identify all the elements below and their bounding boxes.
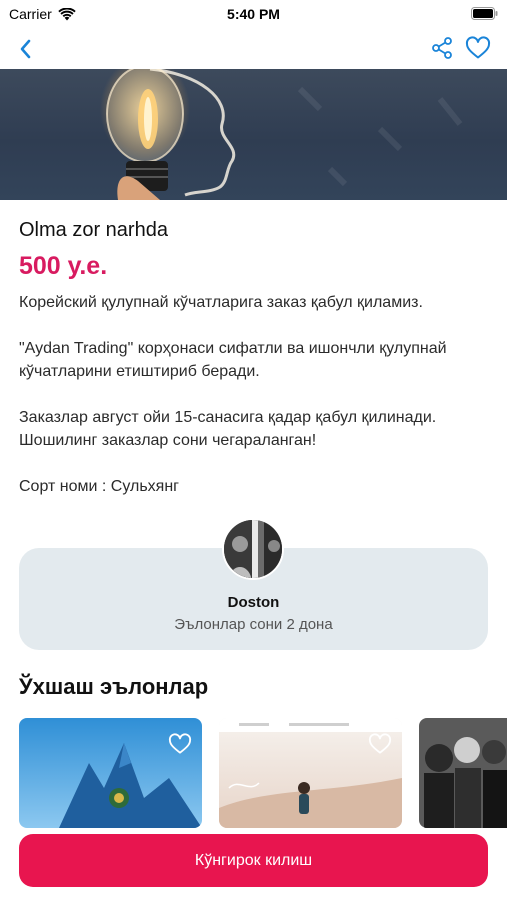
lightbulb-illustration: [106, 69, 463, 200]
share-icon[interactable]: [430, 36, 454, 60]
status-bar: Carrier 5:40 PM: [0, 0, 507, 30]
heart-outline-icon[interactable]: [465, 36, 491, 60]
avatar[interactable]: [222, 518, 284, 580]
description-paragraph: Сорт номи : Сульхянг: [19, 478, 179, 495]
seller-name: Doston: [227, 594, 280, 611]
call-button[interactable]: Кўнгирок килиш: [19, 834, 488, 887]
similar-listing-card[interactable]: [19, 718, 202, 828]
heart-outline-icon[interactable]: [368, 733, 392, 755]
listing-price: 500 у.е.: [19, 252, 108, 280]
listing-description: Корейский қулупнай кўчатларига заказ қаб…: [19, 291, 494, 521]
listing-photo[interactable]: [0, 69, 507, 200]
clock: 5:40 PM: [227, 6, 280, 22]
description-paragraph: Заказлар август ойи 15-санасига қадар қа…: [19, 409, 437, 449]
listing-thumbnail: [419, 718, 507, 828]
heart-outline-icon[interactable]: [168, 733, 192, 755]
similar-listings-carousel[interactable]: [19, 718, 507, 828]
listing-title: Olma zor narhda: [19, 219, 168, 241]
nav-bar: [0, 30, 507, 68]
seller-listings-count: Эълонлар сони 2 дона: [174, 616, 333, 633]
similar-listing-card[interactable]: [219, 718, 402, 828]
description-paragraph: Корейский қулупнай кўчатларига заказ қаб…: [19, 294, 423, 311]
similar-listing-card[interactable]: [419, 718, 507, 828]
description-paragraph: "Aydan Trading" корҳонаси сифатли ва ишо…: [19, 340, 447, 380]
similar-listings-heading: Ўхшаш эълонлар: [19, 674, 209, 699]
chevron-left-icon[interactable]: [14, 37, 38, 61]
battery-icon: [471, 7, 498, 20]
